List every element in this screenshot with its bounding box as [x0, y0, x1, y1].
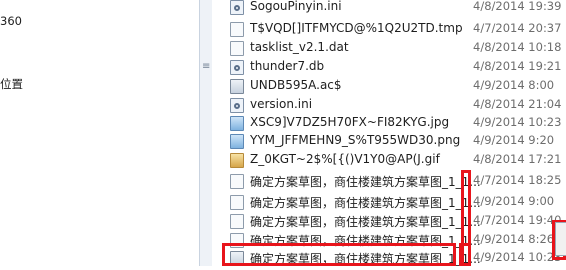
- file-name: Z_0KGT~2$%[{()V1Y0@AP(J.gif: [250, 152, 440, 166]
- file-date: 4/9/2014 8:00: [473, 78, 555, 92]
- nav-item-location[interactable]: 位置: [0, 76, 23, 92]
- splitter-line: [199, 0, 200, 266]
- file-date: 4/9/2014 8:26: [473, 232, 555, 246]
- file-date: 4/9/2014 9:00: [473, 194, 555, 208]
- file-row[interactable]: 确定方案草图，商住楼建筑方案草图_1_1... 4/7/2014 18:25: [212, 171, 566, 193]
- file-name: YYM_JFFMEHN9_S%T955WD30.png: [250, 133, 461, 147]
- scrollbar-edge[interactable]: [555, 222, 566, 256]
- file-doc-icon: [230, 41, 244, 56]
- file-date: 4/8/2014 17:21: [473, 152, 562, 166]
- file-row[interactable]: Z_0KGT~2$%[{()V1Y0@AP(J.gif 4/8/2014 17:2…: [212, 150, 566, 172]
- file-name: thunder7.db: [250, 59, 325, 73]
- file-doc-icon: [230, 174, 244, 189]
- file-name: 确定方案草图，商住楼建筑方案草图_1_1...: [250, 252, 481, 266]
- file-date: 4/9/2014 10:23: [473, 250, 562, 264]
- splitter-grip-icon[interactable]: ≡: [202, 62, 210, 72]
- file-name: 确定方案草图，商住楼建筑方案草图_1_1...: [250, 175, 481, 189]
- file-name: 确定方案草图，商住楼建筑方案草图_1_1...: [250, 215, 481, 229]
- file-date: 4/7/2014 18:25: [473, 173, 562, 187]
- file-row[interactable]: 确定方案草图，商住楼建筑方案草图_1_1... 4/9/2014 10:23: [212, 248, 566, 270]
- file-name: 确定方案草图，商住楼建筑方案草图_1_1...: [250, 234, 481, 248]
- file-name: UNDB595A.ac$: [250, 78, 342, 92]
- file-name: XSC9]V7DZ5H70FX~FI82KYG.jpg: [250, 115, 450, 129]
- file-name: version.ini: [250, 97, 313, 111]
- file-date: 4/9/2014 10:23: [473, 115, 562, 129]
- file-date: 4/8/2014 10:18: [473, 40, 562, 54]
- file-name: 确定方案草图，商住楼建筑方案草图_1_1...: [250, 196, 481, 210]
- file-date: 4/9/2014 9:20: [473, 133, 555, 147]
- file-ini-icon: [230, 98, 244, 113]
- file-name: T$VQD[]ITFMYCD@%1Q2U2TD.tmp: [250, 21, 463, 35]
- file-row[interactable]: SogouPinyin.ini 4/8/2014 19:39: [212, 0, 566, 19]
- file-date: 4/8/2014 21:04: [473, 97, 562, 111]
- pane-splitter[interactable]: [199, 0, 212, 266]
- navigation-pane: 360 位置: [0, 0, 199, 266]
- file-img-icon: [230, 116, 244, 131]
- file-gif-icon: [230, 153, 244, 168]
- file-doc-icon: [230, 22, 244, 37]
- file-doc-icon: [230, 195, 244, 210]
- file-doc-icon: [230, 214, 244, 229]
- file-date: 4/7/2014 20:37: [473, 21, 562, 35]
- file-ini-icon: [230, 0, 244, 15]
- file-img-icon: [230, 134, 244, 149]
- file-doc-icon: [230, 233, 244, 248]
- file-name: tasklist_v2.1.dat: [250, 40, 349, 54]
- file-exe-icon: [230, 79, 244, 94]
- file-name: SogouPinyin.ini: [250, 0, 342, 13]
- file-list: SogouPinyin.ini 4/8/2014 19:39 T$VQD[]ITFM…: [212, 0, 566, 266]
- file-ini-icon: [230, 60, 244, 75]
- file-date: 4/8/2014 19:39: [473, 0, 562, 13]
- file-exe-icon: [230, 251, 244, 266]
- nav-item-360[interactable]: 360: [0, 14, 22, 28]
- file-date: 4/7/2014 19:40: [473, 213, 562, 227]
- file-date: 4/8/2014 19:21: [473, 59, 562, 73]
